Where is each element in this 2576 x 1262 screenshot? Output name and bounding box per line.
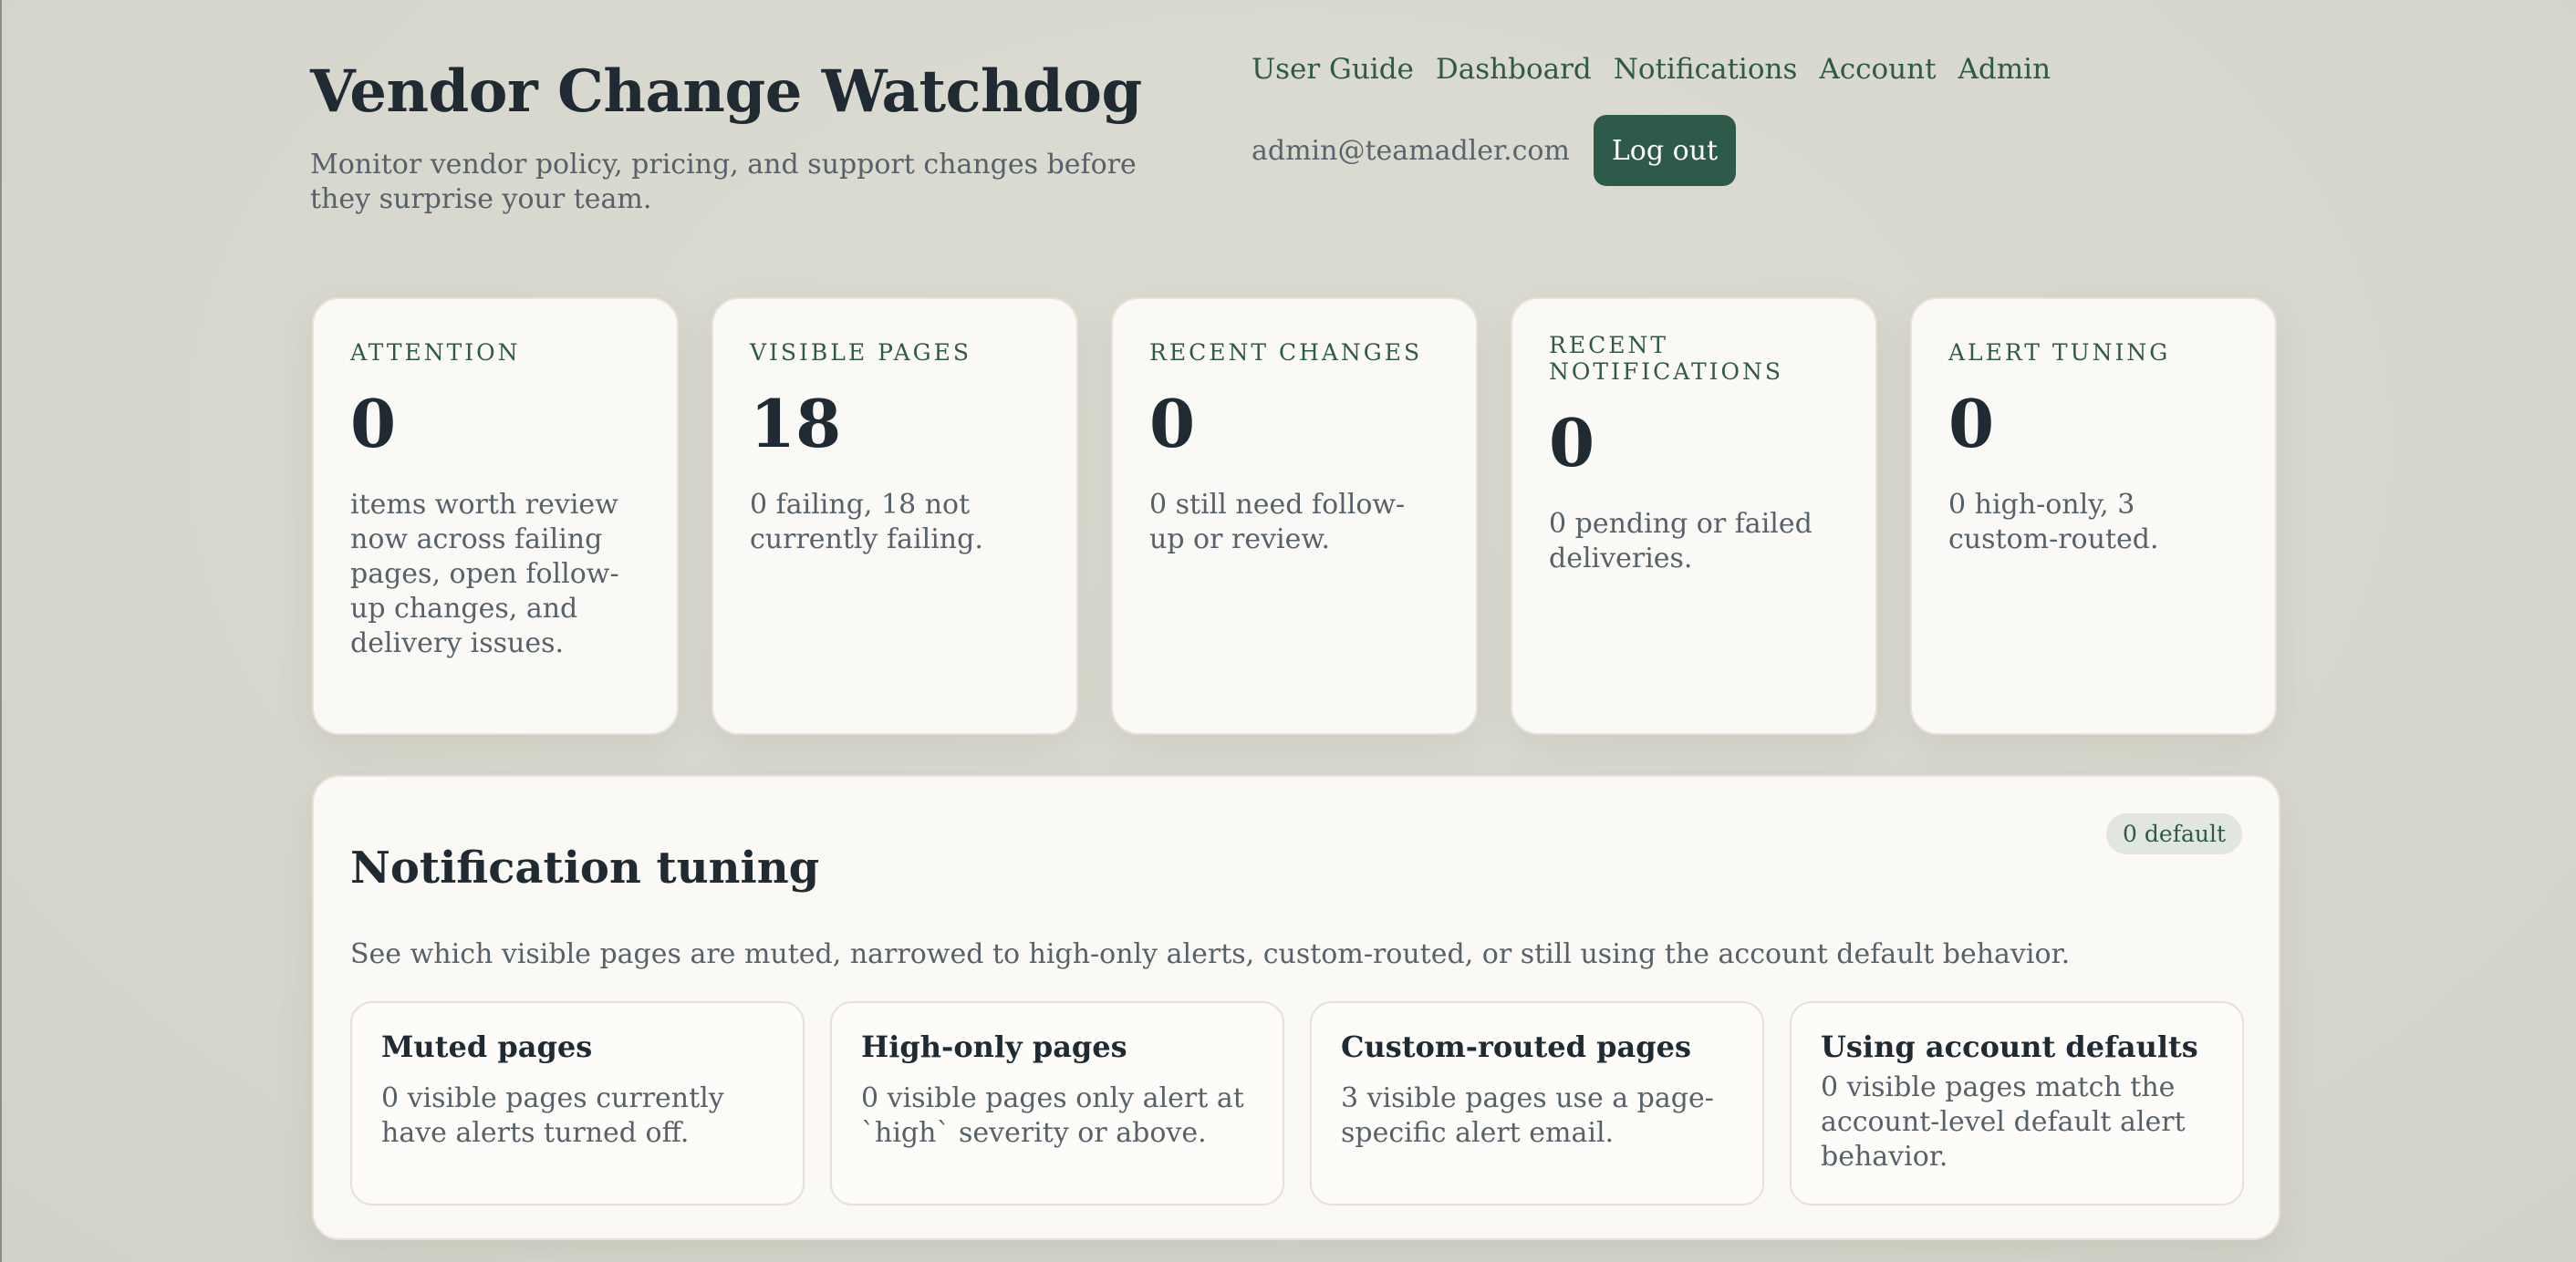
panel-title: Notification tuning bbox=[350, 843, 820, 894]
default-count-badge: 0 default bbox=[2106, 813, 2242, 854]
nav-link-dashboard[interactable]: Dashboard bbox=[1436, 53, 1592, 86]
notification-tuning-panel: 0 default Notification tuning See which … bbox=[312, 775, 2280, 1240]
tuning-card-title: Using account defaults bbox=[1821, 1029, 2198, 1064]
tuning-card-description: 0 visible pages currently have alerts tu… bbox=[381, 1082, 724, 1149]
tuning-card-muted: Muted pages 0 visible pages currently ha… bbox=[350, 1001, 805, 1205]
stat-description: 0 still need follow-up or review. bbox=[1149, 489, 1406, 555]
tuning-card-description: 0 visible pages only alert at `high` sev… bbox=[861, 1082, 1244, 1149]
stat-label: ATTENTION bbox=[350, 339, 521, 366]
stat-label: VISIBLE PAGES bbox=[750, 339, 972, 366]
stat-card-recent-changes: RECENT CHANGES 0 0 still need follow-up … bbox=[1111, 297, 1478, 735]
stats-row: ATTENTION 0 items worth review now acros… bbox=[312, 297, 2277, 735]
stat-card-recent-notifications: RECENT NOTIFICATIONS 0 0 pending or fail… bbox=[1511, 297, 1877, 735]
tuning-card-description: 0 visible pages match the account-level … bbox=[1821, 1071, 2186, 1173]
tuning-card-title: High-only pages bbox=[861, 1029, 1127, 1064]
stat-value: 0 bbox=[1149, 385, 1196, 462]
stat-card-visible-pages: VISIBLE PAGES 18 0 failing, 18 not curre… bbox=[712, 297, 1078, 735]
brand: Vendor Change Watchdog Monitor vendor po… bbox=[310, 51, 1186, 217]
stat-value: 0 bbox=[1948, 385, 1995, 462]
user-email: admin@teamadler.com bbox=[1252, 134, 1570, 167]
nav-link-notifications[interactable]: Notifications bbox=[1614, 53, 1798, 86]
stat-label: RECENT CHANGES bbox=[1149, 339, 1423, 366]
stat-card-attention: ATTENTION 0 items worth review now acros… bbox=[312, 297, 679, 735]
stat-value: 0 bbox=[350, 385, 397, 462]
logout-button[interactable]: Log out bbox=[1593, 115, 1736, 186]
nav-link-user-guide[interactable]: User Guide bbox=[1252, 53, 1414, 86]
tuning-card-custom-routed: Custom-routed pages 3 visible pages use … bbox=[1310, 1001, 1764, 1205]
stat-description: 0 failing, 18 not currently failing. bbox=[750, 489, 983, 555]
stat-card-alert-tuning: ALERT TUNING 0 0 high-only, 3 custom-rou… bbox=[1910, 297, 2277, 735]
main-nav: User Guide Dashboard Notifications Accou… bbox=[1252, 53, 2051, 86]
app-subtitle: Monitor vendor policy, pricing, and supp… bbox=[310, 149, 1137, 215]
stat-label: ALERT TUNING bbox=[1948, 339, 2171, 366]
tuning-card-description: 3 visible pages use a page-specific aler… bbox=[1341, 1082, 1714, 1149]
panel-description: See which visible pages are muted, narro… bbox=[350, 938, 2071, 970]
tuning-card-account-defaults: Using account defaults 0 visible pages m… bbox=[1790, 1001, 2244, 1205]
stat-description: 0 high-only, 3 custom-routed. bbox=[1948, 489, 2159, 555]
stat-value: 0 bbox=[1549, 404, 1595, 481]
nav-link-admin[interactable]: Admin bbox=[1958, 53, 2051, 86]
user-row: admin@teamadler.com Log out bbox=[1252, 115, 1736, 186]
stat-description: items worth review now across failing pa… bbox=[350, 489, 619, 659]
stat-value: 18 bbox=[750, 385, 842, 462]
app-title: Vendor Change Watchdog bbox=[310, 57, 1142, 126]
tuning-card-title: Muted pages bbox=[381, 1029, 593, 1064]
tuning-card-title: Custom-routed pages bbox=[1341, 1029, 1691, 1064]
tuning-card-high-only: High-only pages 0 visible pages only ale… bbox=[830, 1001, 1284, 1205]
tuning-cards: Muted pages 0 visible pages currently ha… bbox=[350, 1001, 2244, 1205]
stat-label: RECENT NOTIFICATIONS bbox=[1549, 332, 1784, 385]
stat-description: 0 pending or failed deliveries. bbox=[1549, 508, 1813, 574]
nav-link-account[interactable]: Account bbox=[1819, 53, 1936, 86]
